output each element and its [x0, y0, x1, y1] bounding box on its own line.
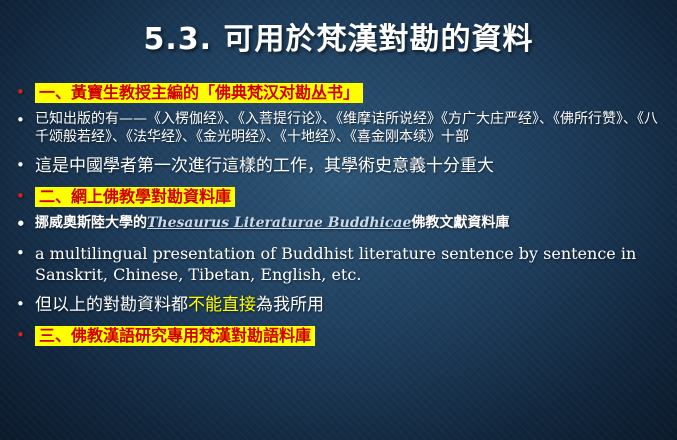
slide-title: 5.3. 可用於梵漢對勘的資料 [143, 22, 534, 57]
bullet-icon: • [16, 83, 25, 101]
list-item-heading-2: • 二、網上佛教學對勘資料庫 [14, 186, 664, 208]
slide: 5.3. 可用於梵漢對勘的資料 • 一、黃寶生教授主編的「佛典梵汉对勘丛书」 •… [0, 0, 677, 440]
list-item-not-direct: • 但以上的對勘資料都不能直接為我所用 [14, 294, 664, 317]
significance-text: 這是中國學者第一次進行這樣的工作，其學術史意義十分重大 [35, 156, 494, 177]
oslo-suffix: 佛教文獻資料庫 [411, 214, 510, 231]
not-direct-prefix: 但以上的對勘資料都 [35, 294, 188, 315]
heading-highlight-2: 二、網上佛教學對勘資料庫 [35, 187, 236, 208]
heading-highlight-3: 三、佛教漢語研究專用梵漢對勘語料庫 [35, 325, 316, 346]
list-item-significance: • 這是中國學者第一次進行這樣的工作，其學術史意義十分重大 [14, 155, 664, 178]
bullet-icon: • [16, 110, 25, 129]
oslo-prefix: 挪威奧斯陸大學的 [35, 214, 147, 231]
bullet-icon: • [16, 214, 26, 233]
not-direct-highlight: 不能直接 [188, 294, 256, 315]
list-item-oslo-database: • 挪威奧斯陸大學的Thesaurus Literaturae Buddhica… [14, 214, 664, 233]
multilingual-text: a multilingual presentation of Buddhist … [35, 243, 637, 285]
list-item-heading-1: • 一、黃寶生教授主編的「佛典梵汉对勘丛书」 [14, 82, 664, 104]
thesaurus-link[interactable]: Thesaurus Literaturae Buddhicae [147, 215, 411, 231]
bullet-icon: • [16, 156, 25, 175]
bullet-list: • 一、黃寶生教授主編的「佛典梵汉对勘丛书」 • 已知出版的有——《入楞伽经》、… [14, 82, 664, 353]
bullet-icon: • [16, 243, 25, 262]
bullet-icon: • [16, 294, 25, 313]
list-item-multilingual: • a multilingual presentation of Buddhis… [14, 243, 664, 286]
list-item-published-books: • 已知出版的有——《入楞伽经》、《入菩提行论》、《维摩诘所说经》《方广大庄严经… [14, 110, 664, 148]
bullet-icon: • [16, 325, 25, 344]
not-direct-suffix: 為我所用 [256, 294, 324, 315]
published-books-text: 已知出版的有——《入楞伽经》、《入菩提行论》、《维摩诘所说经》《方广大庄严经》、… [35, 110, 658, 146]
list-item-heading-3: • 三、佛教漢語研究專用梵漢對勘語料庫 [14, 325, 664, 347]
bullet-icon: • [16, 187, 25, 206]
heading-highlight-1: 一、黃寶生教授主編的「佛典梵汉对勘丛书」 [35, 83, 364, 103]
